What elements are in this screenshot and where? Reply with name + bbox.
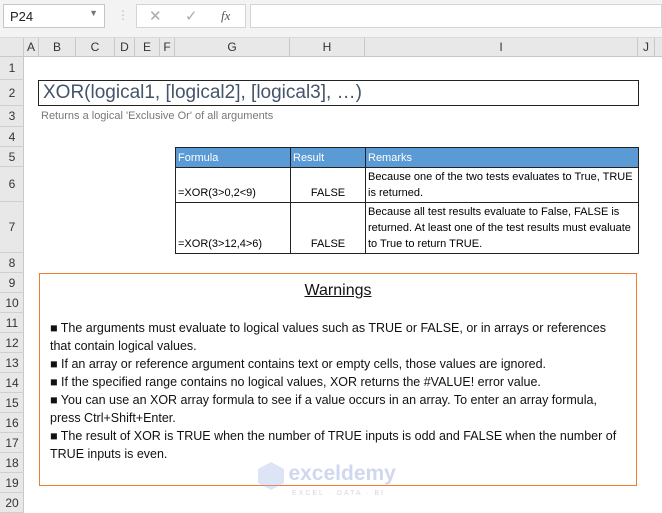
function-syntax-title: XOR(logical1, [logical2], [logical3], …) — [38, 80, 639, 106]
watermark-name: exceldemy — [288, 462, 396, 486]
table-header-row: Formula Result Remarks — [175, 147, 639, 168]
row-header[interactable]: 3 — [0, 106, 24, 127]
formula-bar-area: P24 ▼ ⋮ ✕ ✓ fx — [0, 0, 662, 38]
warning-item: ■ If the specified range contains no log… — [50, 375, 541, 389]
name-box-value: P24 — [10, 9, 34, 24]
row-header[interactable]: 10 — [0, 293, 24, 313]
column-header[interactable]: G — [175, 38, 290, 57]
row-header[interactable]: 14 — [0, 373, 24, 393]
row-header[interactable]: 12 — [0, 333, 24, 353]
row-header[interactable]: 7 — [0, 202, 24, 253]
row-headers: 1 2 3 4 5 6 7 8 9 10 11 12 13 14 15 16 17 18 19 20 — [0, 57, 24, 513]
row-header[interactable]: 16 — [0, 413, 24, 433]
header-formula: Formula — [175, 147, 291, 168]
warning-item: ■ The arguments must evaluate to logical… — [50, 321, 606, 353]
warning-item: ■ If an array or reference argument cont… — [50, 357, 546, 371]
insert-function-icon[interactable]: fx — [221, 8, 230, 24]
row-header[interactable]: 6 — [0, 167, 24, 202]
remarks-cell[interactable]: Because one of the two tests evaluates t… — [365, 167, 639, 203]
column-header[interactable]: C — [76, 38, 115, 57]
row-header[interactable]: 17 — [0, 433, 24, 453]
column-header[interactable]: E — [135, 38, 160, 57]
formula-cell[interactable]: =XOR(3>0,2<9) — [175, 167, 291, 203]
column-header[interactable]: B — [39, 38, 76, 57]
table-row: =XOR(3>0,2<9) FALSE Because one of the t… — [175, 167, 639, 203]
row-header[interactable]: 18 — [0, 453, 24, 473]
column-header[interactable]: F — [160, 38, 175, 57]
formula-input[interactable] — [250, 4, 662, 28]
function-description: Returns a logical 'Exclusive Or' of all … — [41, 110, 274, 122]
formula-buttons: ✕ ✓ fx — [136, 4, 246, 28]
select-all-button[interactable] — [0, 38, 24, 57]
examples-table: Formula Result Remarks =XOR(3>0,2<9) FAL… — [175, 147, 639, 254]
row-header[interactable]: 1 — [0, 57, 24, 80]
row-header[interactable]: 19 — [0, 473, 24, 493]
row-header[interactable]: 2 — [0, 80, 24, 106]
row-header[interactable]: 5 — [0, 147, 24, 167]
column-header[interactable]: J — [638, 38, 655, 57]
logo-icon — [258, 462, 284, 490]
warnings-box: Warnings ■ The arguments must evaluate t… — [39, 273, 637, 486]
table-row: =XOR(3>12,4>6) FALSE Because all test re… — [175, 202, 639, 254]
name-box[interactable]: P24 ▼ — [3, 4, 105, 28]
warning-item: ■ You can use an XOR array formula to se… — [50, 393, 597, 425]
watermark-tagline: EXCEL · DATA · BI — [292, 490, 385, 497]
row-header[interactable]: 15 — [0, 393, 24, 413]
result-cell[interactable]: FALSE — [290, 202, 366, 254]
row-header[interactable]: 8 — [0, 253, 24, 273]
column-header[interactable]: D — [115, 38, 135, 57]
drag-handle-icon[interactable]: ⋮ — [117, 8, 129, 22]
row-header[interactable]: 9 — [0, 273, 24, 293]
column-header[interactable]: A — [24, 38, 39, 57]
formula-cell[interactable]: =XOR(3>12,4>6) — [175, 202, 291, 254]
column-header[interactable]: H — [290, 38, 365, 57]
result-cell[interactable]: FALSE — [290, 167, 366, 203]
remarks-cell[interactable]: Because all test results evaluate to Fal… — [365, 202, 639, 254]
row-header[interactable]: 20 — [0, 493, 24, 513]
cancel-icon[interactable]: ✕ — [149, 7, 162, 25]
enter-icon[interactable]: ✓ — [185, 7, 198, 25]
header-remarks: Remarks — [365, 147, 639, 168]
warnings-list: ■ The arguments must evaluate to logical… — [50, 319, 626, 463]
warning-item: ■ The result of XOR is TRUE when the num… — [50, 429, 617, 461]
column-headers: A B C D E F G H I J — [0, 38, 662, 57]
row-header[interactable]: 4 — [0, 127, 24, 147]
chevron-down-icon[interactable]: ▼ — [89, 8, 98, 18]
exceldemy-watermark: exceldemy EXCEL · DATA · BI — [258, 462, 396, 497]
column-header[interactable]: I — [365, 38, 638, 57]
row-header[interactable]: 11 — [0, 313, 24, 333]
warnings-title: Warnings — [304, 282, 372, 299]
header-result: Result — [290, 147, 366, 168]
row-header[interactable]: 13 — [0, 353, 24, 373]
